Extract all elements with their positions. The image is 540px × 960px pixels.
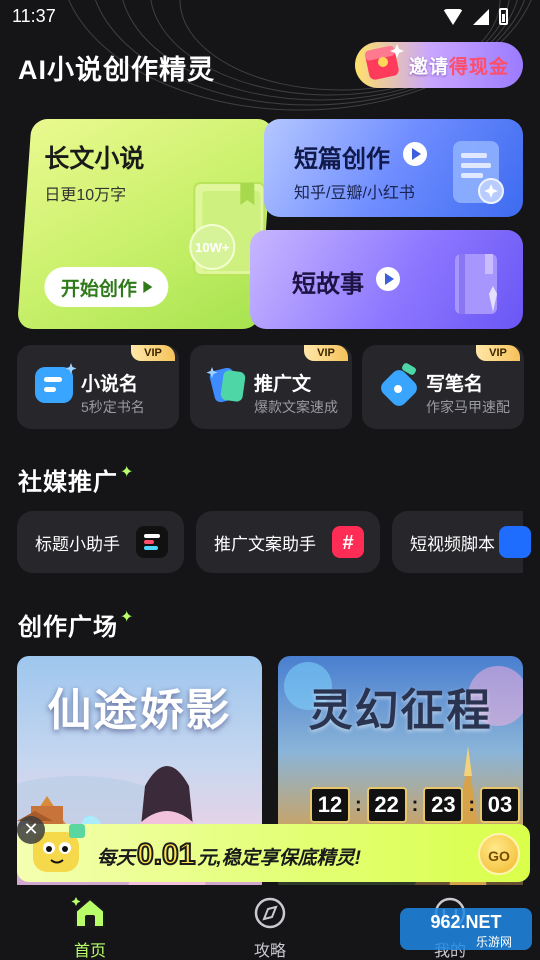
countdown-timer: 12 : 22 : 23 : 03: [310, 787, 521, 823]
tool-pen-name[interactable]: VIP 写笔名 作家马甲速配: [362, 345, 524, 429]
play-circle-icon: [403, 142, 427, 166]
play-arrow-icon: [142, 281, 152, 293]
signal-icon: [473, 8, 489, 25]
start-create-label: 开始创作: [60, 278, 137, 300]
countdown-days: 12: [310, 787, 350, 823]
home-icon: [71, 897, 105, 928]
promo-suffix: 元,稳定享保底精灵!: [197, 848, 362, 869]
vip-badge: VIP: [476, 345, 520, 361]
promo-go-button[interactable]: GO: [478, 833, 520, 875]
video-icon: [499, 526, 531, 558]
vip-badge: VIP: [131, 345, 175, 361]
long-novel-card[interactable]: 长文小说 日更10万字 10W+ 开始创作: [17, 119, 274, 329]
short-create-title: 短篇创作: [294, 146, 390, 173]
chip-promo-copy-helper[interactable]: 推广文案助手 #: [196, 511, 380, 573]
tool-subtitle: 爆款文案速成: [254, 399, 338, 415]
promo-prefix: 每天: [97, 848, 136, 869]
promo-banner[interactable]: 每天0.01 元,稳定享保底精灵! GO: [17, 824, 530, 882]
document-icon: [453, 141, 504, 204]
invite-label-prefix: 邀请: [408, 56, 449, 78]
promo-amount: 0.01: [136, 837, 196, 872]
chip-label: 短视频脚本: [410, 534, 495, 554]
social-section-label: 社媒推广: [18, 469, 118, 496]
short-create-card[interactable]: 短篇创作 知乎/豆瓣/小红书: [264, 119, 523, 217]
tool-title: 推广文: [254, 374, 312, 395]
social-section-title: 社媒推广 ✦: [18, 462, 134, 497]
nav-home-label: 首页: [73, 943, 106, 960]
tool-subtitle: 作家马甲速配: [426, 399, 510, 415]
notebook-icon: [455, 254, 497, 314]
countdown-hours: 22: [366, 787, 407, 823]
long-novel-title: 长文小说: [44, 145, 145, 173]
red-envelope-icon: [364, 44, 404, 80]
short-create-subtitle: 知乎/豆瓣/小红书: [294, 185, 415, 202]
tiktok-icon: [136, 526, 168, 558]
invite-label: 邀请得现金: [409, 52, 509, 79]
short-story-card[interactable]: 短故事: [250, 230, 523, 329]
watermark-brand: 962.NET: [430, 912, 501, 932]
svg-text:#: #: [342, 532, 353, 554]
tool-subtitle: 5秒定书名: [81, 399, 145, 415]
compass-icon: [254, 897, 286, 929]
status-icons: [443, 8, 508, 25]
chip-label: 推广文案助手: [214, 534, 316, 554]
status-time: 11:37: [12, 6, 56, 26]
battery-icon: [499, 8, 508, 25]
countdown-seconds: 03: [480, 787, 521, 823]
chip-title-helper[interactable]: 标题小助手: [17, 511, 184, 573]
name-card-icon: [35, 363, 77, 403]
tool-novel-name[interactable]: VIP 小说名 5秒定书名: [17, 345, 179, 429]
countdown-minutes: 23: [423, 787, 464, 823]
gallery-title: 仙途娇影: [47, 685, 232, 736]
short-story-title: 短故事: [292, 271, 364, 298]
countdown-separator: :: [411, 793, 419, 816]
tool-promo-text[interactable]: VIP 推广文 爆款文案速成: [190, 345, 352, 429]
nav-home[interactable]: 首页: [50, 895, 130, 960]
close-icon[interactable]: ✕: [17, 816, 45, 844]
vip-badge: VIP: [304, 345, 348, 361]
chip-short-video-script[interactable]: 短视频脚本: [392, 511, 531, 573]
invite-cash-button[interactable]: 邀请得现金: [355, 42, 523, 88]
play-circle-icon: [376, 267, 400, 291]
gallery-title: 灵幻征程: [308, 685, 493, 736]
tool-title: 写笔名: [426, 374, 484, 395]
countdown-separator: :: [468, 793, 476, 816]
pen-nib-icon: [381, 363, 417, 406]
book-badge-text: 10W+: [195, 240, 230, 255]
status-bar: 11:37: [0, 0, 540, 34]
watermark-logo: 962.NET 乐游网: [400, 908, 532, 950]
sparkle-icon: ✦: [120, 609, 135, 626]
countdown-separator: :: [355, 793, 362, 816]
tool-title: 小说名: [81, 374, 139, 395]
gallery-section-title: 创作广场 ✦: [18, 607, 134, 642]
nav-guide-label: 攻略: [253, 943, 286, 960]
start-create-button[interactable]: 开始创作: [44, 267, 169, 307]
promo-text: 每天0.01 元,稳定享保底精灵!: [97, 837, 362, 872]
app-title: AI小说创作精灵: [18, 55, 215, 85]
invite-label-highlight: 得现金: [448, 56, 509, 78]
long-novel-subtitle: 日更10万字: [44, 187, 127, 204]
sparkle-icon: ✦: [120, 464, 135, 481]
nav-guide[interactable]: 攻略: [230, 895, 310, 960]
flags-icon: [206, 367, 246, 403]
gallery-section-label: 创作广场: [18, 614, 118, 641]
watermark-sub: 乐游网: [476, 935, 512, 949]
wifi-icon: [443, 8, 463, 25]
hashtag-icon: #: [332, 526, 364, 558]
chip-label: 标题小助手: [35, 534, 120, 554]
